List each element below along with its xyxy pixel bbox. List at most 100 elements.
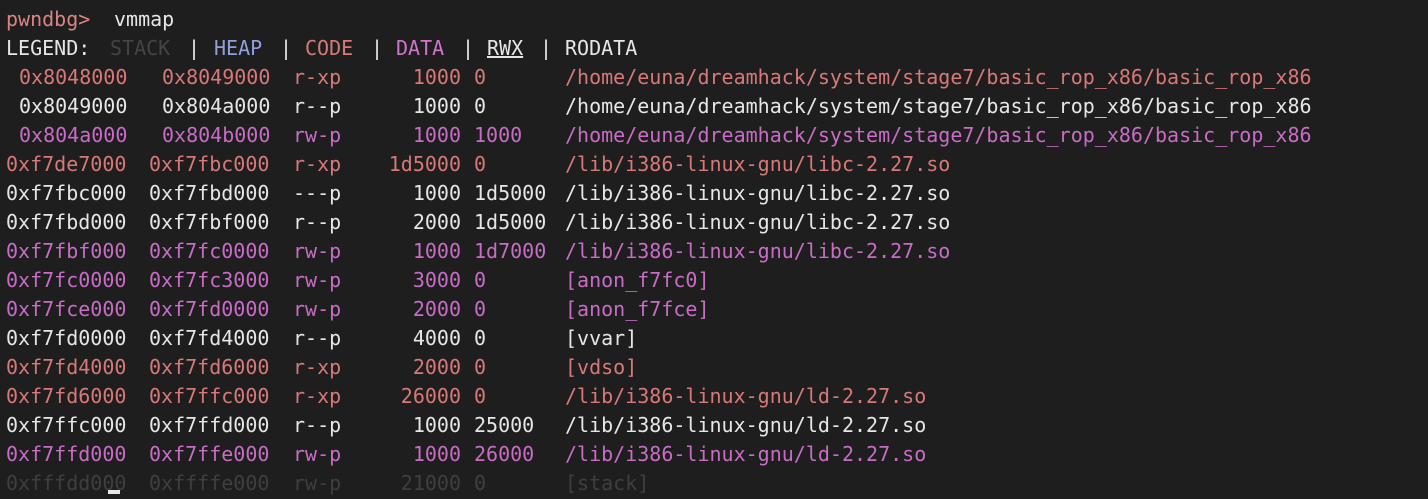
mapping-perm: r--p — [293, 326, 342, 350]
mapping-path: /lib/i386-linux-gnu/libc-2.27.so — [565, 210, 951, 234]
mapping-size: 1000 — [412, 442, 461, 466]
mapping-size: 4000 — [412, 326, 461, 350]
mapping-start: 0xfffdd000 — [6, 471, 127, 495]
mapping-perm: r--p — [293, 94, 342, 118]
mapping-end: 0x804a000 — [162, 94, 271, 118]
mapping-path: [stack] — [565, 471, 650, 495]
mapping-path: [vvar] — [565, 326, 638, 350]
mapping-offset: 0 — [474, 152, 487, 176]
prompt-line: pwndbg> vmmap — [6, 5, 174, 34]
mapping-perm: rw-p — [293, 123, 342, 147]
mapping-offset: 0 — [474, 355, 487, 379]
mapping-perm: r--p — [293, 210, 342, 234]
mapping-start: 0xf7fce000 — [6, 297, 127, 321]
mapping-size: 1000 — [412, 239, 461, 263]
mapping-perm: rw-p — [293, 268, 342, 292]
terminal-window[interactable]: { "prompt": { "label": "pwndbg>", "comma… — [0, 0, 1428, 499]
mapping-size: 2000 — [412, 355, 461, 379]
command-text: vmmap — [114, 7, 175, 31]
legend-code: CODE — [305, 36, 354, 60]
legend-heap: HEAP — [214, 36, 263, 60]
mapping-start: 0x8049000 — [19, 94, 128, 118]
mapping-perm: rw-p — [293, 442, 342, 466]
mapping-size: 2000 — [412, 210, 461, 234]
mapping-perm: rw-p — [293, 239, 342, 263]
mapping-offset: 1d5000 — [474, 210, 547, 234]
mapping-perm: rw-p — [293, 297, 342, 321]
mapping-start: 0xf7ffc000 — [6, 413, 127, 437]
mapping-path: /home/euna/dreamhack/system/stage7/basic… — [565, 94, 1312, 118]
mapping-offset: 0 — [474, 268, 487, 292]
mapping-perm: r-xp — [293, 355, 342, 379]
mapping-size: 2000 — [412, 297, 461, 321]
terminal-cursor — [108, 490, 120, 494]
mapping-end: 0xf7ffc000 — [149, 384, 270, 408]
mapping-size: 1d5000 — [388, 152, 461, 176]
mapping-start: 0xf7fbd000 — [6, 210, 127, 234]
mapping-perm: r-xp — [293, 152, 342, 176]
mapping-path: /lib/i386-linux-gnu/ld-2.27.so — [565, 384, 927, 408]
mapping-start: 0x8048000 — [19, 65, 128, 89]
mapping-perm: r--p — [293, 413, 342, 437]
mapping-end: 0x804b000 — [162, 123, 271, 147]
mapping-path: [anon_f7fc0] — [565, 268, 710, 292]
legend-data: DATA — [396, 36, 445, 60]
mapping-perm: r-xp — [293, 384, 342, 408]
mapping-path: /lib/i386-linux-gnu/libc-2.27.so — [565, 239, 951, 263]
mapping-offset: 0 — [474, 65, 487, 89]
legend-separator: | — [280, 36, 293, 60]
mapping-path: /lib/i386-linux-gnu/ld-2.27.so — [565, 442, 927, 466]
mapping-start: 0xf7fc0000 — [6, 268, 127, 292]
mapping-end: 0xf7fc3000 — [149, 268, 270, 292]
legend-rwx: RWX — [487, 36, 524, 60]
legend-rodata: RODATA — [565, 36, 638, 60]
mapping-end: 0xf7ffe000 — [149, 442, 270, 466]
mapping-start: 0xf7fd0000 — [6, 326, 127, 350]
mapping-offset: 25000 — [474, 413, 535, 437]
terminal-output: pwndbg> vmmap LEGEND: STACK | HEAP | COD… — [6, 5, 1428, 499]
mapping-offset: 0 — [474, 297, 487, 321]
mapping-offset: 0 — [474, 326, 487, 350]
mapping-perm: ---p — [293, 181, 342, 205]
mapping-path: /lib/i386-linux-gnu/libc-2.27.so — [565, 152, 951, 176]
legend-stack: STACK — [110, 36, 171, 60]
mapping-end: 0x8049000 — [162, 65, 271, 89]
mapping-size: 3000 — [412, 268, 461, 292]
mapping-end: 0xffffe000 — [149, 471, 270, 495]
mapping-end: 0xf7fbf000 — [149, 210, 270, 234]
mapping-offset: 1000 — [474, 123, 523, 147]
mapping-start: 0x804a000 — [19, 123, 128, 147]
mapping-start: 0xf7fbc000 — [6, 181, 127, 205]
mapping-end: 0xf7fd0000 — [149, 297, 270, 321]
mapping-size: 1000 — [412, 123, 461, 147]
mapping-end: 0xf7fc0000 — [149, 239, 270, 263]
mapping-path: [anon_f7fce] — [565, 297, 710, 321]
mapping-size: 21000 — [400, 471, 461, 495]
mapping-offset: 0 — [474, 94, 487, 118]
mapping-path: /lib/i386-linux-gnu/libc-2.27.so — [565, 181, 951, 205]
mapping-perm: rw-p — [293, 471, 342, 495]
legend-title: LEGEND: — [6, 36, 91, 60]
mapping-path: /home/euna/dreamhack/system/stage7/basic… — [565, 65, 1312, 89]
mapping-start: 0xf7fd6000 — [6, 384, 127, 408]
mapping-offset: 0 — [474, 471, 487, 495]
mapping-offset: 0 — [474, 384, 487, 408]
mapping-size: 1000 — [412, 413, 461, 437]
mapping-path: /home/euna/dreamhack/system/stage7/basic… — [565, 123, 1312, 147]
prompt-label: pwndbg> — [6, 7, 91, 31]
mapping-end: 0xf7fbc000 — [149, 152, 270, 176]
mapping-end: 0xf7fbd000 — [149, 181, 270, 205]
mapping-offset: 1d5000 — [474, 181, 547, 205]
mapping-size: 1000 — [412, 65, 461, 89]
mapping-end: 0xf7ffd000 — [149, 413, 270, 437]
mapping-offset: 26000 — [474, 442, 535, 466]
mapping-start: 0xf7fbf000 — [6, 239, 127, 263]
mapping-size: 1000 — [412, 181, 461, 205]
mapping-offset: 1d7000 — [474, 239, 547, 263]
legend-line: LEGEND: STACK | HEAP | CODE | DATA | RWX… — [6, 34, 637, 63]
mapping-path: [vdso] — [565, 355, 638, 379]
mapping-path: /lib/i386-linux-gnu/ld-2.27.so — [565, 413, 927, 437]
mapping-perm: r-xp — [293, 65, 342, 89]
mapping-size: 1000 — [412, 94, 461, 118]
legend-separator: | — [540, 36, 553, 60]
